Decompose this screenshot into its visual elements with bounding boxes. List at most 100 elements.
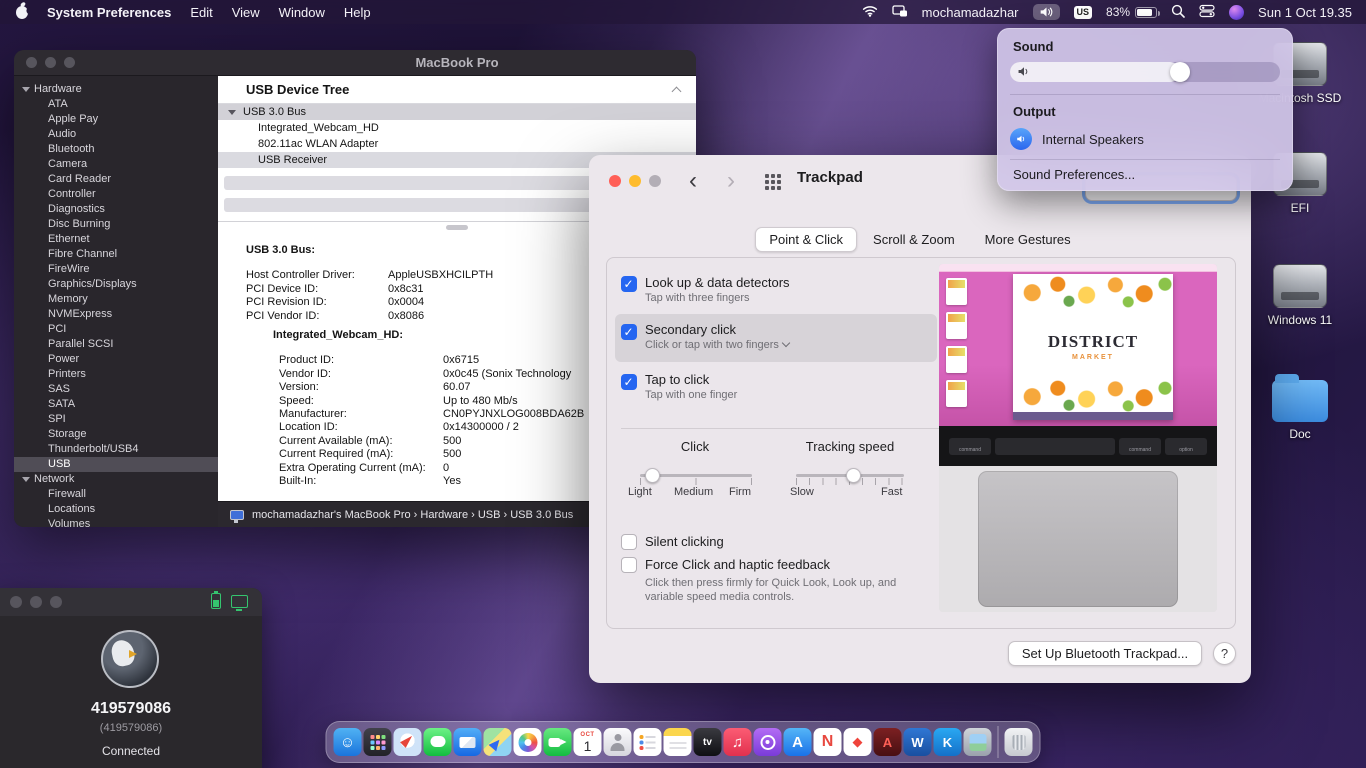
menu-help[interactable]: Help: [344, 5, 371, 20]
dock-launchpad[interactable]: [364, 728, 392, 756]
volume-slider[interactable]: [1010, 62, 1280, 82]
click-slider-knob[interactable]: [645, 468, 660, 483]
secondary-click-dropdown[interactable]: Click or tap with two fingers: [645, 339, 789, 351]
dock-news[interactable]: N: [814, 728, 842, 756]
close-button[interactable]: [609, 175, 621, 187]
dock-preview[interactable]: [964, 728, 992, 756]
sidebar-item[interactable]: Parallel SCSI: [14, 337, 218, 352]
silent-clicking-checkbox[interactable]: [621, 534, 637, 550]
tab-point-and-click[interactable]: Point & Click: [755, 227, 857, 252]
sound-preferences-link[interactable]: Sound Preferences...: [1013, 167, 1135, 182]
dock-safari[interactable]: [394, 728, 422, 756]
secondary-click-label[interactable]: Secondary click: [645, 322, 736, 337]
desktop-icon-doc-folder[interactable]: Doc: [1254, 376, 1346, 441]
remote-display-icon[interactable]: [231, 595, 248, 608]
tap-to-click-label[interactable]: Tap to click: [645, 372, 709, 387]
sidebar-item[interactable]: Bluetooth: [14, 142, 218, 157]
sidebar-item[interactable]: Firewall: [14, 487, 218, 502]
desktop-icon-windows-11[interactable]: Windows 11: [1254, 264, 1346, 327]
control-center-icon[interactable]: [1199, 3, 1215, 22]
sidebar-section-hardware[interactable]: Hardware: [14, 82, 218, 97]
volume-knob[interactable]: [1170, 62, 1190, 82]
dock-word[interactable]: W: [904, 728, 932, 756]
sidebar-item[interactable]: NVMExpress: [14, 307, 218, 322]
dock-photos[interactable]: [514, 728, 542, 756]
sound-menu-icon[interactable]: [1033, 4, 1060, 20]
spotlight-search-icon[interactable]: [1171, 4, 1185, 21]
dock-anydesk[interactable]: ◆: [844, 728, 872, 756]
dock-trash[interactable]: [1005, 728, 1033, 756]
sidebar-item[interactable]: Audio: [14, 127, 218, 142]
zoom-button[interactable]: [649, 175, 661, 187]
lookup-checkbox[interactable]: [621, 276, 637, 292]
dock-music[interactable]: ♫: [724, 728, 752, 756]
sidebar-item[interactable]: Controller: [14, 187, 218, 202]
dock-messages[interactable]: [424, 728, 452, 756]
sidebar-item[interactable]: Ethernet: [14, 232, 218, 247]
show-all-grid-icon[interactable]: [765, 174, 769, 178]
usb-device-row[interactable]: Integrated_Webcam_HD: [218, 120, 696, 136]
assistant-orb-icon[interactable]: [1229, 5, 1244, 20]
dock-mail[interactable]: [454, 728, 482, 756]
usb-device-tree-header[interactable]: USB Device Tree: [218, 76, 696, 104]
sidebar-item[interactable]: Diagnostics: [14, 202, 218, 217]
sidebar-item[interactable]: Disc Burning: [14, 217, 218, 232]
dock-keynote[interactable]: K: [934, 728, 962, 756]
dock-notes[interactable]: [664, 728, 692, 756]
set-up-bluetooth-trackpad-button[interactable]: Set Up Bluetooth Trackpad...: [1008, 641, 1202, 666]
force-click-checkbox[interactable]: [621, 557, 637, 573]
tracking-speed-slider[interactable]: [796, 468, 904, 482]
menu-bar-username[interactable]: mochamadazhar: [922, 5, 1019, 20]
lookup-label[interactable]: Look up & data detectors: [645, 275, 790, 290]
dock-calendar[interactable]: OCT 1: [574, 728, 602, 756]
force-click-label[interactable]: Force Click and haptic feedback: [645, 557, 830, 572]
click-slider[interactable]: [640, 468, 752, 482]
wifi-icon[interactable]: [862, 5, 878, 20]
dock-finder[interactable]: ☺: [334, 728, 362, 756]
sidebar-item[interactable]: Card Reader: [14, 172, 218, 187]
sidebar-item[interactable]: Memory: [14, 292, 218, 307]
output-device-row[interactable]: Internal Speakers: [1010, 124, 1280, 154]
minimize-button[interactable]: [30, 596, 42, 608]
dock-podcasts[interactable]: [754, 728, 782, 756]
minimize-button[interactable]: [629, 175, 641, 187]
dock-reminders[interactable]: [634, 728, 662, 756]
silent-clicking-label[interactable]: Silent clicking: [645, 534, 724, 549]
sidebar-item[interactable]: Graphics/Displays: [14, 277, 218, 292]
sidebar-item[interactable]: FireWire: [14, 262, 218, 277]
dock-maps[interactable]: [484, 728, 512, 756]
menu-bar-clock[interactable]: Sun 1 Oct 19.35: [1258, 5, 1352, 20]
tab-scroll-and-zoom[interactable]: Scroll & Zoom: [859, 227, 969, 252]
sidebar-item[interactable]: SPI: [14, 412, 218, 427]
help-button[interactable]: ?: [1213, 642, 1236, 665]
dock-acrobat[interactable]: A: [874, 728, 902, 756]
sidebar-item[interactable]: USB: [14, 457, 218, 472]
tab-more-gestures[interactable]: More Gestures: [971, 227, 1085, 252]
close-button[interactable]: [26, 57, 37, 68]
usb-bus-row[interactable]: USB 3.0 Bus: [218, 104, 696, 120]
sidebar-item[interactable]: Thunderbolt/USB4: [14, 442, 218, 457]
sidebar-item[interactable]: SAS: [14, 382, 218, 397]
menu-window[interactable]: Window: [279, 5, 325, 20]
screen-mirroring-icon[interactable]: [892, 5, 908, 20]
sidebar-item[interactable]: Locations: [14, 502, 218, 517]
zoom-button[interactable]: [50, 596, 62, 608]
dock-facetime[interactable]: [544, 728, 572, 756]
input-source-menu[interactable]: US: [1074, 6, 1093, 19]
sidebar-item[interactable]: Storage: [14, 427, 218, 442]
sidebar-item[interactable]: ATA: [14, 97, 218, 112]
menu-edit[interactable]: Edit: [190, 5, 212, 20]
back-button[interactable]: ‹: [689, 167, 697, 195]
sidebar-item[interactable]: Fibre Channel: [14, 247, 218, 262]
sidebar-item[interactable]: Power: [14, 352, 218, 367]
sidebar-item[interactable]: PCI: [14, 322, 218, 337]
battery-menu[interactable]: 83%: [1106, 5, 1157, 19]
sidebar-section-network[interactable]: Network: [14, 472, 218, 487]
minimize-button[interactable]: [45, 57, 56, 68]
dock-contacts[interactable]: [604, 728, 632, 756]
zoom-button[interactable]: [64, 57, 75, 68]
usb-device-row[interactable]: 802.11ac WLAN Adapter: [218, 136, 696, 152]
sidebar-item[interactable]: Apple Pay: [14, 112, 218, 127]
dock-tv[interactable]: tv: [694, 728, 722, 756]
sidebar-item[interactable]: Camera: [14, 157, 218, 172]
